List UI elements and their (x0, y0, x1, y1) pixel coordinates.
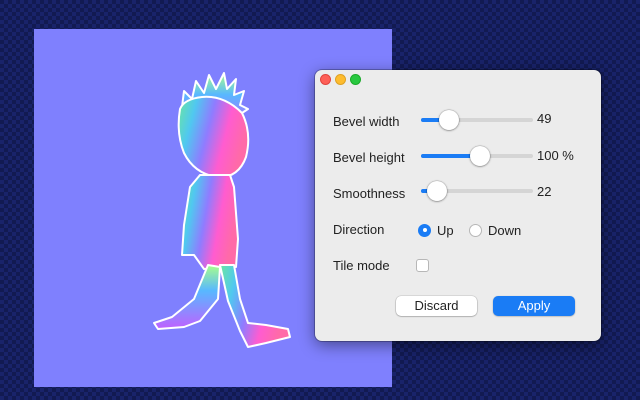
smoothness-slider[interactable] (421, 179, 533, 203)
smoothness-value: 22 (537, 184, 552, 199)
minimize-window-button[interactable] (335, 74, 346, 85)
window-titlebar[interactable] (315, 70, 601, 88)
bevel-height-label: Bevel height (333, 150, 405, 165)
radio-down[interactable] (469, 223, 482, 237)
direction-option-down[interactable]: Down (469, 222, 521, 238)
bevel-height-slider[interactable] (421, 144, 533, 168)
radio-up-label[interactable]: Up (437, 223, 454, 238)
radio-up[interactable] (418, 223, 431, 237)
bevel-width-slider[interactable] (421, 108, 533, 132)
discard-button[interactable]: Discard (396, 296, 477, 316)
bevel-width-value: 49 (537, 111, 552, 126)
desktop-background: { "canvas": { "background_color": "#7f80… (0, 0, 640, 400)
bevel-settings-panel: Bevel width 49 Bevel height 100 % Smooth… (315, 70, 601, 341)
tile-mode-checkbox[interactable] (416, 259, 429, 272)
radio-down-label[interactable]: Down (488, 223, 521, 238)
slider-thumb[interactable] (439, 110, 459, 130)
tile-mode-label: Tile mode (333, 258, 390, 273)
close-window-button[interactable] (320, 74, 331, 85)
smoothness-label: Smoothness (333, 186, 406, 201)
slider-thumb[interactable] (426, 181, 447, 201)
apply-button[interactable]: Apply (493, 296, 575, 316)
direction-option-up[interactable]: Up (418, 222, 454, 238)
direction-label: Direction (333, 222, 385, 237)
bevel-width-label: Bevel width (333, 114, 400, 129)
maximize-window-button[interactable] (350, 74, 361, 85)
bevel-height-value: 100 % (537, 148, 574, 163)
slider-thumb[interactable] (470, 146, 491, 166)
